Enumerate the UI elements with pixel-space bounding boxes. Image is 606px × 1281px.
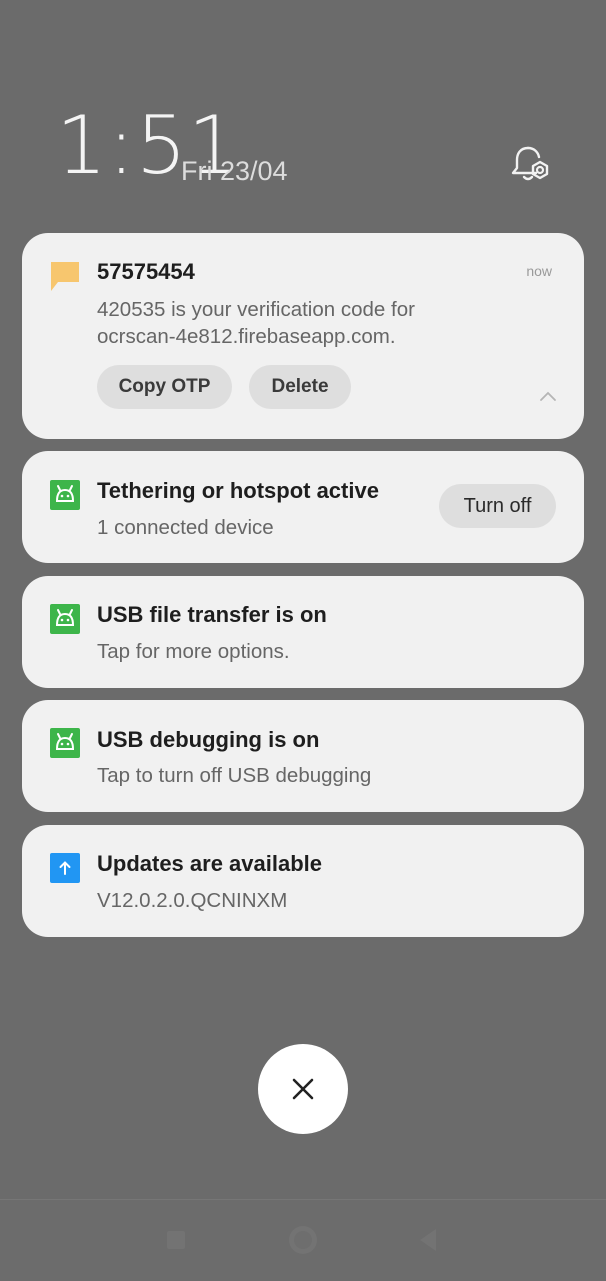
clear-all-button[interactable]	[258, 1044, 348, 1134]
notification-title: Tethering or hotspot active	[97, 478, 379, 503]
notification-title: USB debugging is on	[97, 727, 320, 752]
home-icon[interactable]	[285, 1222, 321, 1258]
notification-body-line1: 420535 is your verification code for	[97, 298, 415, 321]
notification-card-usb-transfer[interactable]: USB file transfer is on Tap for more opt…	[22, 576, 584, 688]
close-icon	[292, 1078, 314, 1100]
turn-off-button[interactable]: Turn off	[439, 484, 556, 528]
notification-time: now	[526, 263, 552, 279]
android-icon	[50, 604, 80, 634]
recents-icon[interactable]	[158, 1222, 194, 1258]
delete-button[interactable]: Delete	[249, 365, 351, 409]
message-icon	[51, 262, 79, 291]
android-icon	[50, 480, 80, 510]
android-icon	[50, 728, 80, 758]
notification-body: 1 connected device	[97, 516, 274, 539]
notification-body: Tap for more options.	[97, 640, 290, 663]
notification-title: 57575454	[97, 259, 195, 284]
notification-title: Updates are available	[97, 851, 323, 876]
update-icon	[50, 853, 80, 883]
copy-otp-button[interactable]: Copy OTP	[97, 365, 232, 409]
collapse-chevron-icon[interactable]	[538, 389, 558, 403]
notification-settings-icon[interactable]	[508, 142, 554, 188]
notification-body: V12.0.2.0.QCNINXM	[97, 889, 288, 912]
date: Fri 23/04	[181, 156, 288, 186]
notification-body: Tap to turn off USB debugging	[97, 764, 372, 787]
notification-card-usb-debugging[interactable]: USB debugging is on Tap to turn off USB …	[22, 700, 584, 812]
notification-card-sms[interactable]: 57575454 now 420535 is your verification…	[22, 233, 584, 439]
notification-title: USB file transfer is on	[97, 602, 327, 627]
notification-card-tethering[interactable]: Tethering or hotspot active 1 connected …	[22, 451, 584, 563]
navigation-bar	[0, 1199, 606, 1281]
notification-body-line2: ocrscan-4e812.firebaseapp.com.	[97, 325, 396, 348]
notification-card-updates[interactable]: Updates are available V12.0.2.0.QCNINXM	[22, 825, 584, 937]
back-icon[interactable]	[412, 1222, 448, 1258]
